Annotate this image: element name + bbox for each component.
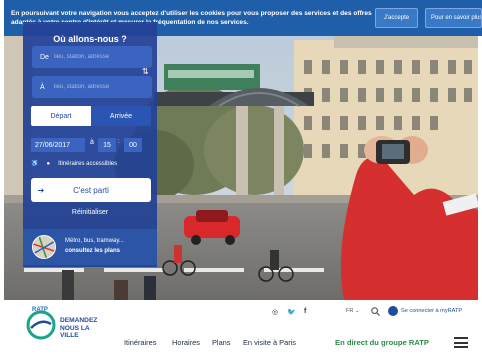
map-promo-link[interactable]: consultez les plans bbox=[65, 248, 120, 254]
departure-arrival-toggle: Départ Arrivée bbox=[31, 106, 151, 126]
arrow-right-icon: ➔ bbox=[37, 185, 45, 195]
swap-direction-icon[interactable]: ⇅ bbox=[142, 68, 149, 76]
nav-horaires[interactable]: Horaires bbox=[172, 338, 200, 347]
slogan: DEMANDEZ NOUS LA VILLE bbox=[60, 317, 98, 339]
search-itinerary-button[interactable]: ➔ C'est parti bbox=[31, 178, 151, 202]
nav-itineraires[interactable]: Itinéraires bbox=[124, 338, 156, 347]
accessible-option[interactable]: ♿ ● Itinéraires accessibles bbox=[31, 160, 118, 168]
live-group-link[interactable]: En direct du groupe RATP bbox=[335, 338, 429, 347]
language-selector[interactable]: FR ⌄ bbox=[346, 308, 360, 314]
to-label: À bbox=[40, 83, 45, 91]
accessible-label: Itinéraires accessibles bbox=[58, 160, 118, 167]
search-itinerary-label: C'est parti bbox=[73, 185, 109, 195]
departure-tab[interactable]: Départ bbox=[31, 106, 91, 126]
hamburger-menu-icon[interactable] bbox=[454, 337, 468, 348]
time-at-label: à bbox=[90, 139, 94, 146]
instagram-icon[interactable]: ◎ bbox=[272, 308, 278, 316]
language-value: FR bbox=[346, 308, 354, 314]
site-header: RATP DEMANDEZ NOUS LA VILLE ◎ 🐦 f FR ⌄ S… bbox=[0, 300, 482, 362]
login-link[interactable]: Se connecter à myRATP bbox=[401, 308, 462, 314]
arrival-tab[interactable]: Arrivée bbox=[91, 106, 151, 126]
nav-plans[interactable]: Plans bbox=[212, 338, 231, 347]
hour-select[interactable]: 15 bbox=[98, 138, 116, 152]
from-input[interactable] bbox=[54, 54, 152, 60]
search-icon[interactable] bbox=[371, 307, 380, 316]
hour-minute-separator: : bbox=[118, 139, 120, 145]
accessible-wheelchair-icon: ♿ bbox=[31, 161, 39, 167]
map-promo[interactable]: Métro, bus, tramway... consultez les pla… bbox=[23, 229, 157, 265]
user-icon[interactable] bbox=[388, 306, 398, 316]
from-field[interactable]: De bbox=[32, 46, 152, 68]
cookie-accept-button[interactable]: J'accepte bbox=[375, 8, 418, 28]
cookie-more-button[interactable]: Pour en savoir plus bbox=[425, 8, 482, 28]
date-input[interactable]: 27/06/2017 bbox=[31, 138, 85, 152]
minute-select[interactable]: 00 bbox=[124, 138, 142, 152]
accessible-checkbox-icon[interactable]: ● bbox=[46, 161, 50, 167]
twitter-icon[interactable]: 🐦 bbox=[287, 308, 296, 316]
map-thumbnail-icon bbox=[32, 235, 56, 259]
to-field[interactable]: À bbox=[32, 76, 152, 98]
facebook-icon[interactable]: f bbox=[304, 308, 306, 315]
reset-link[interactable]: Réinitialiser bbox=[23, 209, 157, 216]
ratp-logo-icon[interactable] bbox=[26, 310, 56, 340]
map-promo-line1: Métro, bus, tramway... bbox=[65, 238, 124, 244]
nav-visite-paris[interactable]: En visite à Paris bbox=[243, 338, 296, 347]
from-label: De bbox=[40, 53, 49, 61]
itinerary-title: Où allons-nous ? bbox=[53, 34, 127, 44]
to-input[interactable] bbox=[54, 84, 152, 90]
